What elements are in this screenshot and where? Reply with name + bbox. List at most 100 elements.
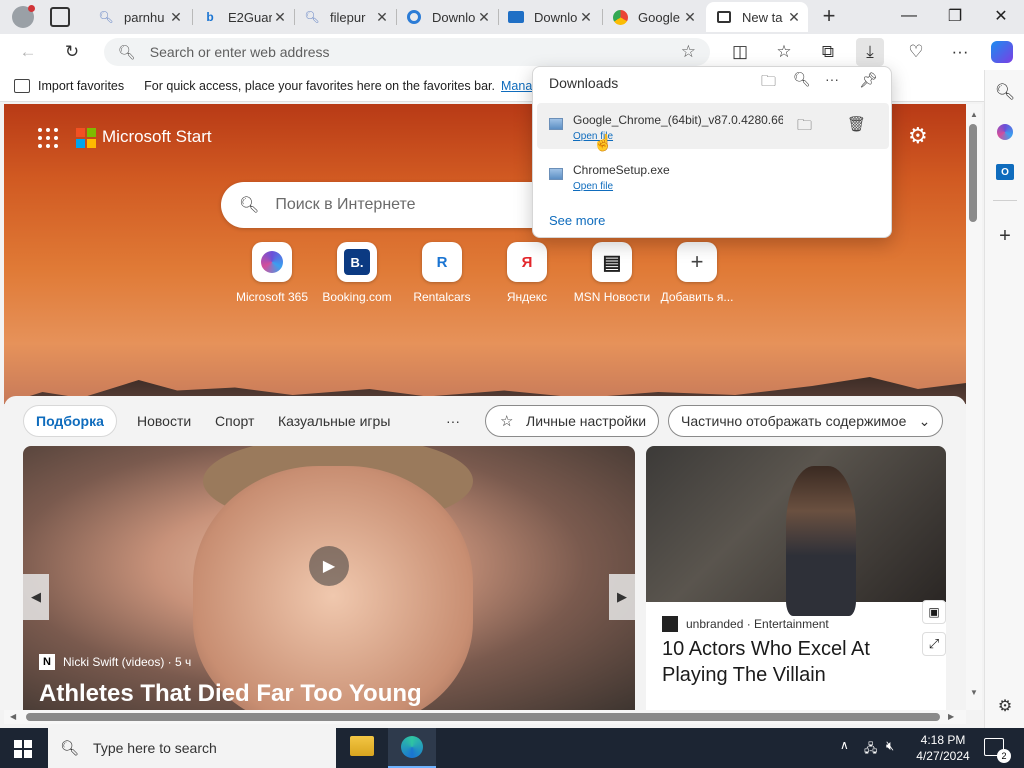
network-icon[interactable]: 🖧 xyxy=(864,739,877,760)
open-downloads-folder-icon[interactable]: 🗀 xyxy=(761,71,776,96)
horizontal-scrollbar[interactable]: ◀ ▶ xyxy=(4,710,966,724)
file-explorer-icon[interactable] xyxy=(350,736,374,756)
feed-tab-sport[interactable]: Спорт xyxy=(203,405,266,437)
scroll-up-icon[interactable]: ▲ xyxy=(970,110,978,119)
news-card[interactable]: ▣ ⤢ unbranded · Entertainment 10 Actors … xyxy=(646,446,946,710)
taskbar-search[interactable]: 🔍︎ Type here to search xyxy=(48,728,336,768)
downloads-more-icon[interactable]: ··· xyxy=(825,71,839,87)
profile-avatar[interactable] xyxy=(12,5,35,28)
tab-new-tab[interactable]: New ta ✕ xyxy=(706,2,808,32)
taskbar-search-placeholder: Type here to search xyxy=(93,740,217,756)
tab-downloads-window[interactable]: Downlo ✕ xyxy=(498,2,600,32)
copilot-icon[interactable] xyxy=(988,38,1016,66)
chevron-up-icon[interactable]: ∧ xyxy=(840,738,849,752)
card-image-figure xyxy=(786,466,856,616)
clock-date: 4/27/2024 xyxy=(916,749,970,763)
windows-start-icon[interactable] xyxy=(14,740,32,758)
feed-tab-podborka[interactable]: Подборка xyxy=(23,405,117,437)
horizontal-scroll-thumb[interactable] xyxy=(26,713,940,721)
scroll-left-icon[interactable]: ◀ xyxy=(10,712,16,721)
downloads-icon[interactable]: ⤓ xyxy=(856,38,884,66)
expand-icon[interactable]: ⤢ xyxy=(922,632,946,656)
close-icon[interactable]: ✕ xyxy=(578,9,594,26)
scroll-right-icon[interactable]: ▶ xyxy=(948,712,954,721)
play-icon[interactable]: ▶ xyxy=(309,546,349,586)
feed-tab-news[interactable]: Новости xyxy=(125,405,203,437)
quick-link-rentalcars[interactable]: R Rentalcars xyxy=(402,242,482,304)
volume-muted-icon[interactable]: 🔇︎ xyxy=(886,738,894,754)
search-icon: 🔍︎ xyxy=(239,197,260,214)
outlook-icon[interactable]: O xyxy=(991,158,1019,186)
close-icon[interactable]: ✕ xyxy=(374,9,390,26)
new-tab-button[interactable]: + xyxy=(816,4,842,30)
pin-icon[interactable]: 📌︎ xyxy=(859,71,878,89)
tab-e2guar[interactable]: b E2Guar ✕ xyxy=(192,2,294,32)
feed-tab-casual-games[interactable]: Казуальные игры xyxy=(266,405,402,437)
tab-actions-icon[interactable] xyxy=(50,7,70,27)
copilot-sidebar-icon[interactable] xyxy=(991,118,1019,146)
download-filename: ChromeSetup.exe xyxy=(573,163,670,177)
tab-label: Downlo xyxy=(534,9,578,25)
add-sidebar-app-icon[interactable]: + xyxy=(991,222,1019,250)
news-card-title[interactable]: 10 Actors Who Excel At Playing The Villa… xyxy=(662,636,902,688)
display-mode-dropdown[interactable]: Частично отображать содержимое ⌄ xyxy=(668,405,944,437)
favorite-star-icon[interactable]: ☆ xyxy=(681,42,696,62)
delete-icon[interactable]: 🗑︎ xyxy=(847,115,866,133)
sidebar-settings-icon[interactable]: ⚙ xyxy=(991,692,1019,720)
split-screen-icon[interactable]: ◫ xyxy=(726,38,754,66)
quick-link-msn-news[interactable]: ▤ MSN Новости xyxy=(572,242,652,304)
back-button[interactable]: ← xyxy=(14,38,42,66)
scroll-down-icon[interactable]: ▼ xyxy=(970,688,978,697)
close-icon[interactable]: ✕ xyxy=(786,9,802,26)
carousel-prev-icon[interactable]: ◀ xyxy=(23,574,49,620)
edge-taskbar-icon[interactable] xyxy=(388,728,436,768)
settings-gear-icon[interactable]: ⚙ xyxy=(908,124,928,148)
search-icon[interactable]: 🔍︎ xyxy=(991,78,1019,106)
feed-more-button[interactable]: ··· xyxy=(434,405,472,437)
favorites-icon[interactable]: ☆ xyxy=(770,38,798,66)
profile-alert-dot xyxy=(28,5,35,12)
show-in-folder-icon[interactable]: 🗀 xyxy=(797,115,812,140)
brand-title[interactable]: Microsoft Start xyxy=(102,127,212,147)
tab-filepur[interactable]: 🔍︎ filepur ✕ xyxy=(294,2,396,32)
clock[interactable]: 4:18 PM 4/27/2024 xyxy=(912,732,974,764)
minimize-button[interactable]: — xyxy=(886,0,932,32)
app-launcher-icon[interactable] xyxy=(38,128,58,148)
close-window-button[interactable]: ✕ xyxy=(978,0,1024,32)
tab-downloads-edge[interactable]: Downlo ✕ xyxy=(396,2,498,32)
open-file-link[interactable]: Open file xyxy=(573,181,613,192)
carousel-next-icon[interactable]: ▶ xyxy=(609,574,635,620)
download-item[interactable]: Google_Chrome_(64bit)_v87.0.4280.66.e Op… xyxy=(537,103,889,152)
close-icon[interactable]: ✕ xyxy=(476,9,492,26)
vertical-scroll-thumb[interactable] xyxy=(969,124,977,222)
address-bar[interactable]: 🔍︎ Search or enter web address ☆ xyxy=(104,38,710,66)
close-icon[interactable]: ✕ xyxy=(272,9,288,26)
personalize-label: Личные настройки xyxy=(526,413,647,429)
featured-card-title[interactable]: Athletes That Died Far Too Young xyxy=(39,680,422,708)
vertical-scrollbar[interactable]: ▲ ▼ xyxy=(966,104,982,710)
personalize-button[interactable]: ☆ Личные настройки xyxy=(485,405,660,437)
image-view-icon[interactable]: ▣ xyxy=(922,600,946,624)
performance-icon[interactable]: ♡ xyxy=(902,38,930,66)
collections-icon[interactable]: ⧉ xyxy=(814,38,842,66)
close-icon[interactable]: ✕ xyxy=(682,9,698,26)
display-mode-label: Частично отображать содержимое xyxy=(681,413,907,429)
featured-news-card[interactable]: ▶ ◀ ▶ N Nicki Swift (videos) · 5 ч Athle… xyxy=(23,446,635,710)
quick-link-yandex[interactable]: Я Яндекс xyxy=(487,242,567,304)
more-options-icon[interactable]: ··· xyxy=(946,38,974,66)
close-icon[interactable]: ✕ xyxy=(168,9,184,26)
tab-parnhu[interactable]: 🔍︎ parnhu ✕ xyxy=(88,2,190,32)
notification-center-icon[interactable]: 2 xyxy=(984,738,1011,763)
refresh-button[interactable]: ↻ xyxy=(58,38,86,66)
file-icon xyxy=(549,168,563,180)
search-downloads-icon[interactable]: 🔍︎ xyxy=(793,71,811,88)
import-favorites-link[interactable]: Import favorites xyxy=(38,79,124,93)
quick-link-booking[interactable]: B. Booking.com xyxy=(317,242,397,304)
download-item[interactable]: ChromeSetup.exe Open file xyxy=(537,153,889,199)
quick-link-add[interactable]: + Добавить я... xyxy=(657,242,737,304)
restore-button[interactable]: ❐ xyxy=(932,0,978,32)
see-more-link[interactable]: See more xyxy=(549,213,605,228)
tab-google[interactable]: Google ✕ xyxy=(602,2,704,32)
card-image-face xyxy=(193,466,473,710)
quick-link-microsoft-365[interactable]: Microsoft 365 xyxy=(232,242,312,304)
